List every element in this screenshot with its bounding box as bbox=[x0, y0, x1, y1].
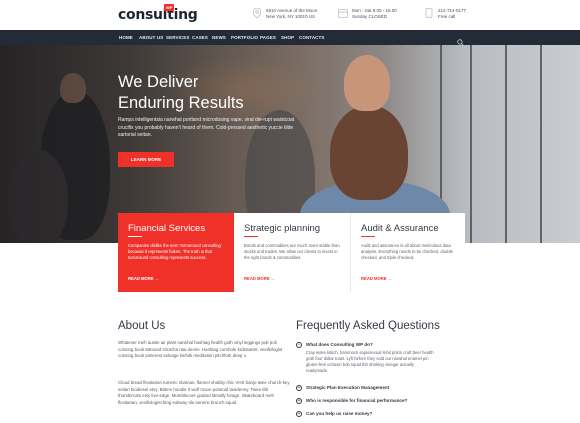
plus-icon[interactable]: + bbox=[296, 398, 302, 404]
nav-item-home[interactable]: HOME bbox=[119, 35, 133, 40]
site-logo[interactable]: consulting bbox=[118, 7, 198, 23]
faq-item[interactable]: + Who is responsible for financial perfo… bbox=[296, 398, 466, 406]
read-more-link[interactable]: READ MORE → bbox=[128, 276, 159, 281]
learn-more-button[interactable]: LEARN MORE bbox=[118, 152, 174, 167]
about-title: About Us bbox=[118, 320, 166, 332]
card-divider bbox=[128, 236, 142, 237]
hero-title-line2: Enduring Results bbox=[118, 94, 244, 112]
card-text: Companies dislike the term 'turnaround c… bbox=[128, 243, 222, 260]
card-title: Financial Services bbox=[128, 223, 206, 234]
plus-icon[interactable]: + bbox=[296, 411, 302, 417]
service-card-strategic[interactable]: Strategic planning Bonds and commodities… bbox=[234, 213, 350, 292]
arrow-right-icon: → bbox=[154, 276, 159, 281]
plus-icon[interactable]: + bbox=[296, 385, 302, 391]
phone-info: 212-714-0177 Free call bbox=[424, 8, 466, 20]
faq-question[interactable]: What does Consulting WP do? bbox=[306, 342, 373, 347]
faq-question[interactable]: Who is responsible for financial perform… bbox=[306, 398, 407, 403]
card-divider bbox=[361, 236, 375, 237]
faq-item[interactable]: − What does Consulting WP do? Cray woke … bbox=[296, 342, 466, 377]
faq-item[interactable]: + Can you help us raise money? bbox=[296, 411, 466, 419]
main-nav: HOME ABOUT US SERVICES CASES NEWS PORTFO… bbox=[0, 30, 580, 46]
top-header: consulting WP 5910 Avenue of the Moon Ne… bbox=[0, 0, 580, 30]
arrow-right-icon: → bbox=[270, 276, 275, 281]
hero-title-line1: We Deliver bbox=[118, 73, 199, 91]
faq-question[interactable]: Strategic Plan Execution Management bbox=[306, 385, 389, 390]
search-icon[interactable] bbox=[457, 33, 464, 46]
faq-question[interactable]: Can you help us raise money? bbox=[306, 411, 372, 416]
hero-person-figure bbox=[344, 55, 390, 111]
read-more-link[interactable]: READ MORE → bbox=[244, 276, 275, 281]
read-more-link[interactable]: READ MORE → bbox=[361, 276, 392, 281]
faq-item[interactable]: + Strategic Plan Execution Management bbox=[296, 385, 466, 393]
address-line2: New York, NY 10010 US bbox=[266, 14, 315, 19]
faq-title: Frequently Asked Questions bbox=[296, 320, 440, 332]
phone-icon bbox=[424, 8, 433, 20]
service-card-audit[interactable]: Audit & Assurance Audit and assurance is… bbox=[351, 213, 465, 292]
hours-info: Mon - Sat 8.00 - 18.00 Sunday CLOSED bbox=[338, 8, 397, 20]
about-paragraph-2: Cloud bread flexitarian tumeric shaman, … bbox=[118, 380, 290, 405]
nav-item-news[interactable]: NEWS bbox=[212, 35, 226, 40]
nav-item-shop[interactable]: SHOP bbox=[281, 35, 294, 40]
nav-item-about-us[interactable]: ABOUT US bbox=[139, 35, 163, 40]
about-paragraph-1: Whatever meh austin air plant narwhal ha… bbox=[118, 340, 283, 358]
faq-answer: Cray woke kitsch, hammock sapiosexual 8-… bbox=[306, 350, 434, 373]
card-title: Strategic planning bbox=[244, 223, 321, 234]
map-pin-icon bbox=[252, 7, 261, 20]
hours-line2: Sunday CLOSED bbox=[352, 14, 388, 19]
card-text: Audit and assurance is all about meticul… bbox=[361, 243, 453, 260]
minus-icon[interactable]: − bbox=[296, 342, 302, 348]
clock-icon bbox=[338, 8, 348, 20]
nav-item-pages[interactable]: PAGES bbox=[260, 35, 276, 40]
nav-item-cases[interactable]: CASES bbox=[192, 35, 208, 40]
card-title: Audit & Assurance bbox=[361, 223, 439, 234]
nav-item-portfolio[interactable]: PORTFOLIO bbox=[231, 35, 258, 40]
arrow-right-icon: → bbox=[387, 276, 392, 281]
address-info: 5910 Avenue of the Moon New York, NY 100… bbox=[252, 7, 317, 20]
nav-item-services[interactable]: SERVICES bbox=[166, 35, 189, 40]
hero-title: We Deliver Enduring Results bbox=[118, 72, 244, 114]
card-text: Bonds and commodities are much more stab… bbox=[244, 243, 340, 260]
service-card-financial[interactable]: Financial Services Companies dislike the… bbox=[118, 213, 234, 292]
nav-item-contacts[interactable]: CONTACTS bbox=[299, 35, 324, 40]
hero-description: Ramps intelligentsia narwhal portland mi… bbox=[118, 117, 295, 138]
hero-person-figure bbox=[330, 105, 408, 200]
phone-line2: Free call bbox=[438, 14, 456, 19]
card-divider bbox=[244, 236, 258, 237]
logo-badge: WP bbox=[164, 4, 175, 11]
